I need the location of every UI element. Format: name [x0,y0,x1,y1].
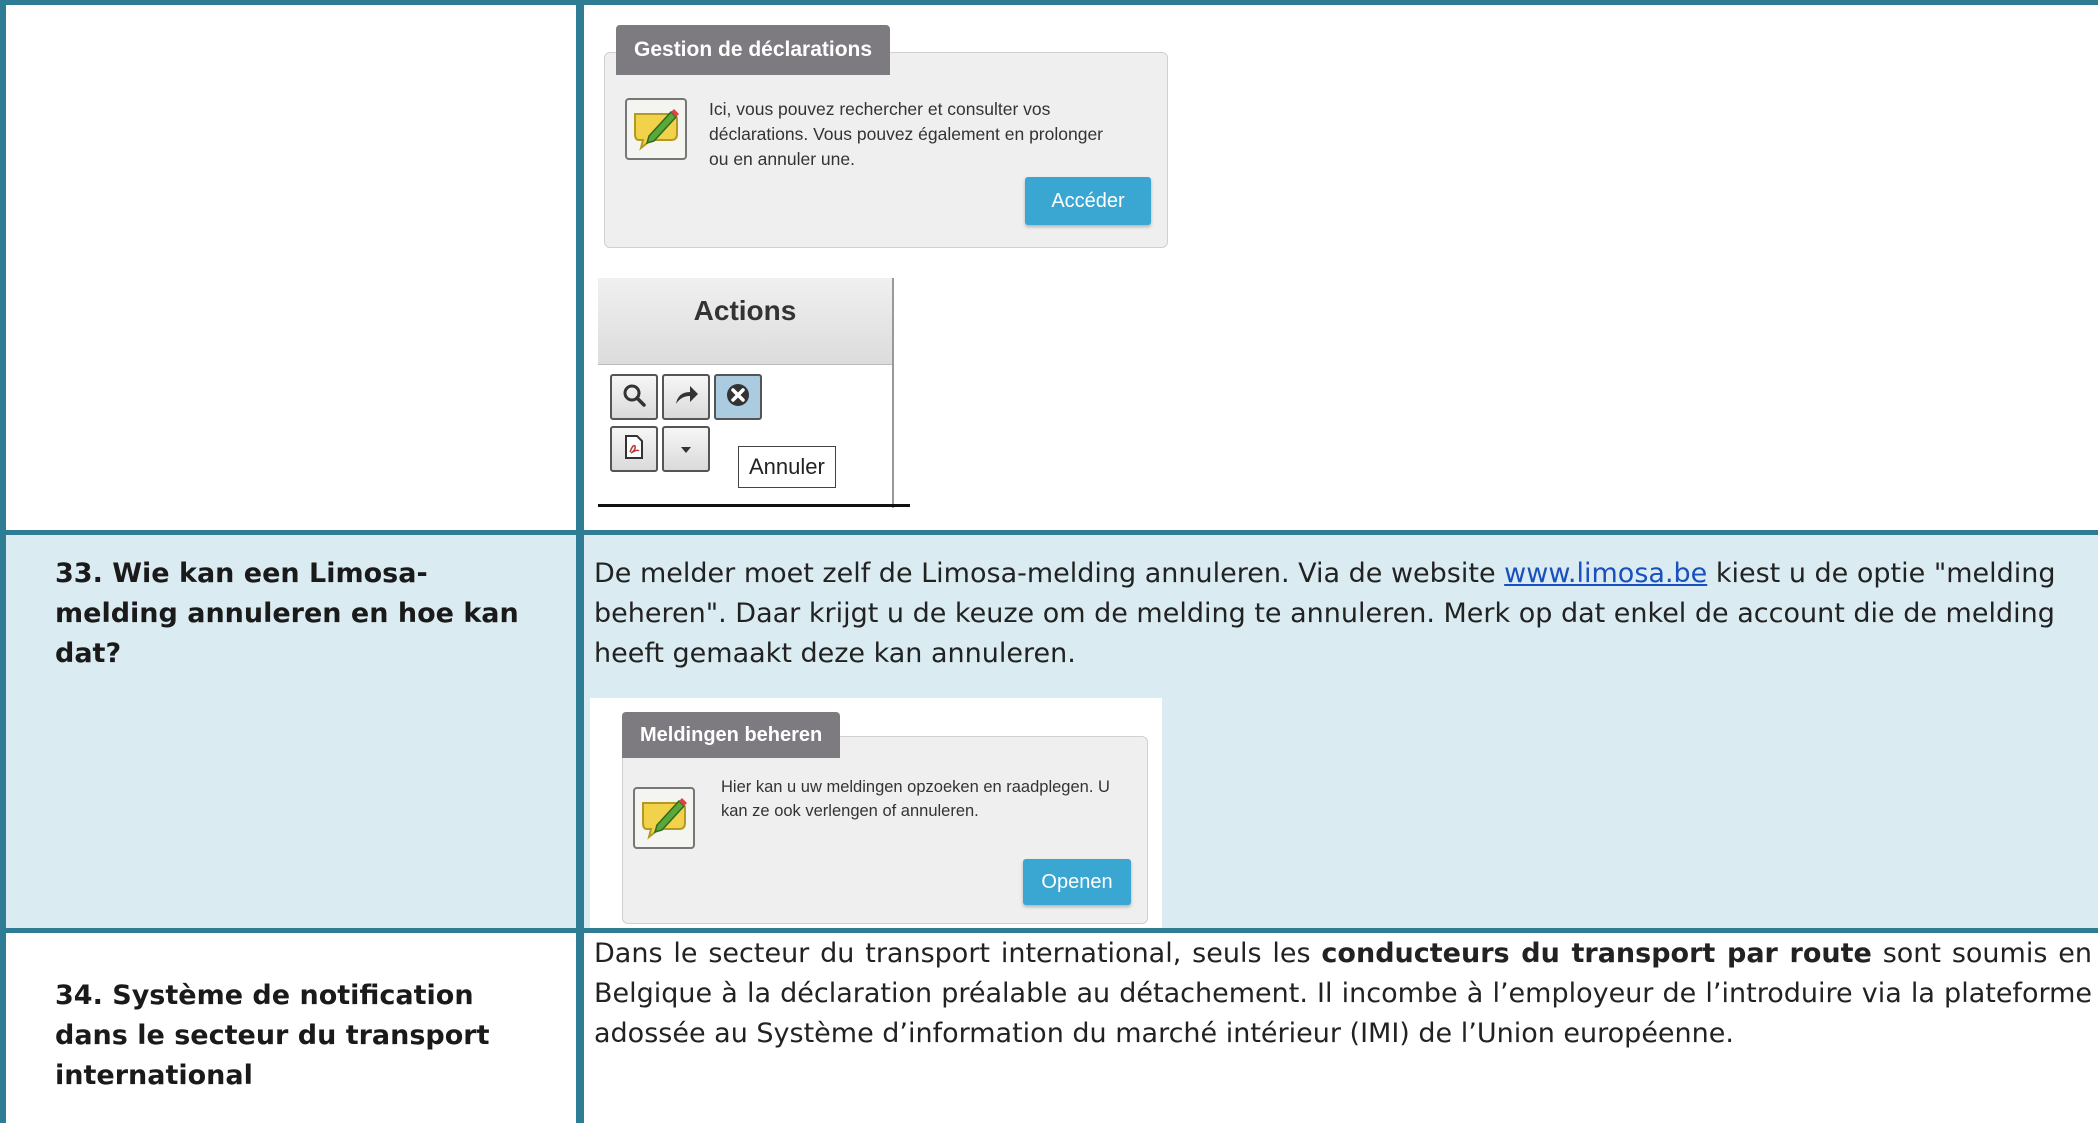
faq-table: Ici, vous pouvez rechercher et consulter… [0,0,2098,1123]
share-icon [672,382,700,412]
actions-widget: Actions Annuler [598,278,910,508]
bold-drivers: conducteurs du transport par route [1321,938,1872,969]
answer-33: De melder moet zelf de Limosa-melding an… [594,558,2056,669]
panel-tab-gestion[interactable]: Gestion de déclarations [616,25,891,75]
question-number: 34. [55,980,103,1011]
question-text: Wie kan een Limosa-melding annuleren en … [55,558,519,669]
actions-header: Actions [598,278,892,365]
cancel-button[interactable] [714,374,762,420]
table-row-top: Ici, vous pouvez rechercher et consulter… [0,0,2098,534]
limosa-link[interactable]: www.limosa.be [1504,558,1707,589]
dropdown-button[interactable] [662,426,710,472]
openen-button[interactable]: Openen [1023,859,1131,905]
panel-description: Ici, vous pouvez rechercher et consulter… [709,99,1104,169]
row-divider-2 [0,928,2098,933]
table-border-top [0,0,2098,5]
manage-declarations-panel: Ici, vous pouvez rechercher et consulter… [604,52,1168,248]
acceder-button[interactable]: Accéder [1025,177,1151,225]
meldingen-panel: Hier kan u uw meldingen opzoeken en raad… [622,736,1148,924]
search-icon [621,382,647,412]
forward-button[interactable] [662,374,710,420]
pdf-icon [623,434,645,464]
question-cell-empty [0,0,580,534]
table-border-left [0,0,6,1123]
cancel-tooltip: Annuler [738,446,836,488]
answer-cell-screenshots: Ici, vous pouvez rechercher et consulter… [580,0,2098,534]
pdf-button[interactable] [610,426,658,472]
row-divider-1 [0,530,2098,535]
question-text: Système de notification dans le secteur … [55,980,490,1091]
question-33: 33. Wie kan een Limosa-melding annuleren… [55,554,545,674]
table-row-q33: 33. Wie kan een Limosa-melding annuleren… [0,534,2098,932]
notepad-pencil-icon [633,787,695,849]
answer-34: Dans le secteur du transport internation… [594,938,2092,1049]
search-button[interactable] [610,374,658,420]
panel-tab-meldingen[interactable]: Meldingen beheren [622,712,841,758]
notepad-pencil-icon [625,98,687,160]
column-divider [576,0,584,1123]
meldingen-screenshot: Hier kan u uw meldingen opzoeken en raad… [590,698,1162,930]
panel-description: Hier kan u uw meldingen opzoeken en raad… [721,778,1110,820]
question-number: 33. [55,558,103,589]
table-row-q34: 34. Système de notification dans le sect… [0,932,2098,1123]
question-34: 34. Système de notification dans le sect… [55,976,525,1096]
cancel-icon [724,381,752,413]
dropdown-icon [679,440,693,459]
